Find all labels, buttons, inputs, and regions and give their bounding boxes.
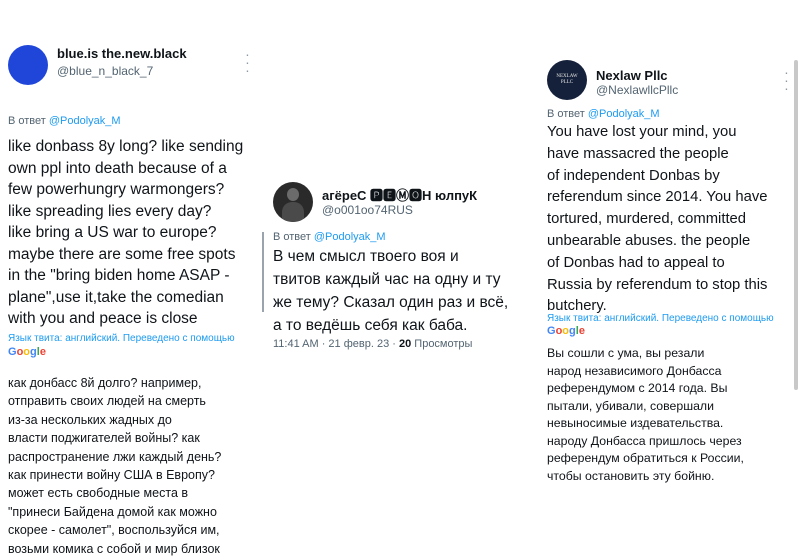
tweet-text: like donbass 8y long? like sending own p… [8, 138, 244, 327]
more-options-icon[interactable]: · · · [783, 65, 789, 95]
reply-context: В ответ @Podolyak_M [8, 115, 121, 127]
avatar[interactable]: NEXLAW PLLC [547, 60, 587, 100]
divider [262, 232, 264, 312]
views-label: Просмотры [411, 338, 473, 350]
reply-context: В ответ @Podolyak_M [547, 108, 660, 120]
user-handle[interactable]: @o001oo74RUS [322, 203, 413, 217]
reply-prefix: В ответ [273, 231, 314, 243]
more-options-icon[interactable]: · · · [244, 47, 250, 77]
avatar[interactable] [8, 45, 48, 85]
tweet-text: В чем смысл твоего воя и твитов каждый ч… [273, 248, 509, 334]
tweet-timestamp[interactable]: 11:41 AM · 21 февр. 23 · [273, 338, 399, 350]
tweet-card-2: агёреС 🅿🅴Ⓜ🅾Н юлпуК @o001oo74RUS В ответ … [266, 170, 536, 360]
translation-note-link[interactable]: Язык твита: английский. Переведено с пом… [547, 313, 774, 324]
translation-note-link[interactable]: Язык твита: английский. Переведено с пом… [8, 333, 235, 344]
nexlaw-logo-text: NEXLAW PLLC [556, 74, 578, 85]
views-count: 20 [398, 338, 412, 350]
translated-text: как донбасс 8й долго? например, отправит… [8, 376, 222, 556]
tweet-meta: 11:41 AM · 21 февр. 23 · 20 Просмотры [273, 338, 472, 350]
tweet-text: You have lost your mind, you have massac… [547, 124, 768, 315]
scrollbar[interactable] [794, 60, 798, 390]
reply-mention-link[interactable]: @Podolyak_M [314, 231, 386, 243]
display-name[interactable]: агёреС 🅿🅴Ⓜ🅾Н юлпуК [322, 185, 477, 204]
reply-context: В ответ @Podolyak_M [273, 231, 386, 243]
google-logo: Google [547, 325, 585, 337]
reply-mention-link[interactable]: @Podolyak_M [49, 115, 121, 127]
avatar[interactable] [273, 182, 313, 222]
tweet-card-3: NEXLAW PLLC Nexlaw Pllc @NexlawllcPllc ·… [540, 50, 800, 490]
translated-text: Вы сошли с ума, вы резали народ независи… [547, 346, 744, 483]
google-logo: Google [8, 346, 46, 358]
reply-prefix: В ответ [547, 108, 588, 120]
display-name[interactable]: Nexlaw Pllc [596, 68, 668, 83]
user-handle[interactable]: @NexlawllcPllc [596, 83, 678, 97]
reply-prefix: В ответ [8, 115, 49, 127]
user-handle[interactable]: @blue_n_black_7 [57, 64, 153, 78]
avatar-person-icon [287, 188, 299, 201]
display-name[interactable]: blue.is the.new.black [57, 46, 187, 61]
tweet-card-1: blue.is the.new.black @blue_n_black_7 · ·… [0, 30, 262, 556]
reply-mention-link[interactable]: @Podolyak_M [588, 108, 660, 120]
